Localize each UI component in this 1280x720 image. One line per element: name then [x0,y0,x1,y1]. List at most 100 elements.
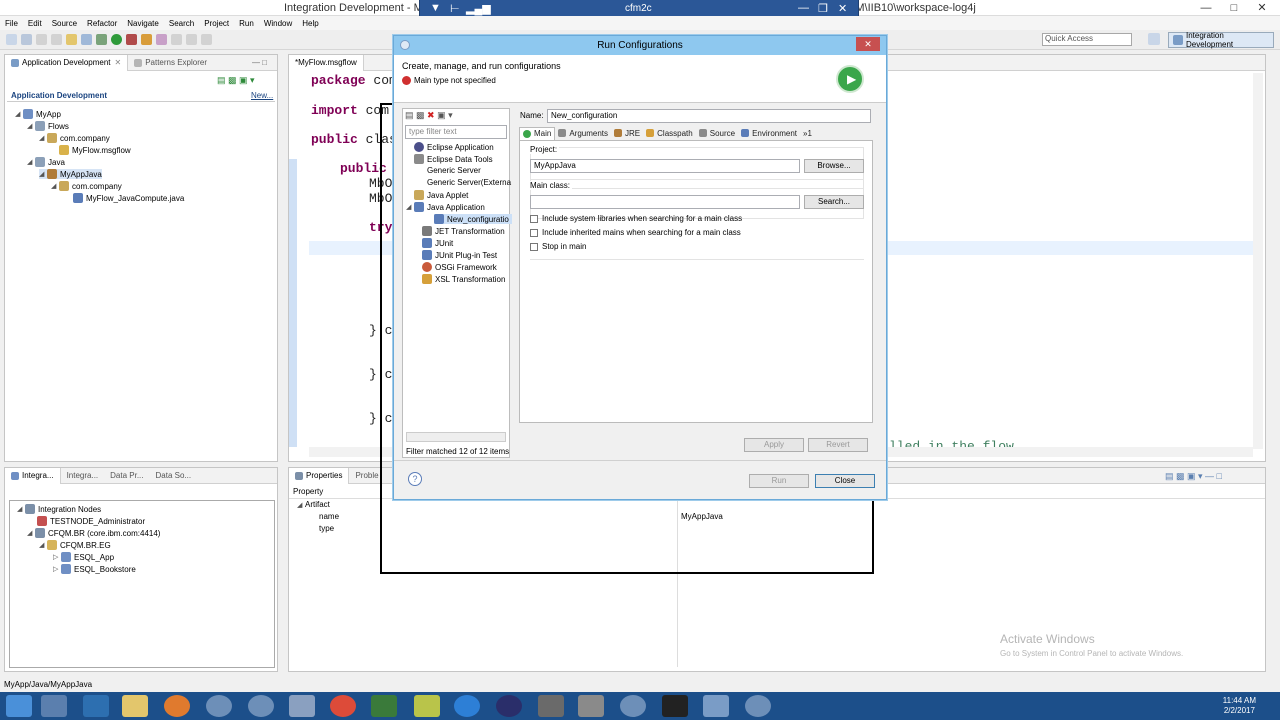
config-osgi-framework[interactable]: OSGi Framework [422,262,497,272]
mq-icon[interactable] [703,695,729,717]
view-minimize-icon[interactable]: — □ [252,58,267,67]
config-toolbar-icons[interactable]: ▤ ▩ ✖ ▣ ▾ [405,110,453,121]
checkbox-box[interactable] [530,228,538,237]
run-icon[interactable] [111,34,122,45]
cmd-icon[interactable] [662,695,688,717]
back-icon[interactable] [186,34,197,45]
config-eclipse-application[interactable]: Eclipse Application [414,142,494,152]
config-list-scrollbar[interactable] [406,432,506,442]
tab-integration-nodes[interactable]: Integra... [5,467,61,484]
print-icon[interactable] [51,34,62,45]
tree-item-myapp[interactable]: ◢ MyApp [15,109,61,119]
expand-icon[interactable]: ◢ [27,122,35,130]
checkbox-box[interactable] [530,242,538,251]
dialog-close-icon[interactable]: ✕ [856,37,880,51]
notepad-icon[interactable] [414,695,440,717]
tab-source[interactable]: Source [696,127,738,140]
property-row-artifact[interactable]: ◢ Artifact [297,500,330,509]
project-input[interactable]: MyAppJava [530,159,800,173]
tab-data-project[interactable]: Data Pr... [104,468,149,484]
save-icon[interactable] [21,34,32,45]
config-generic-server[interactable]: Generic Server [427,166,481,175]
server-manager-icon[interactable] [41,695,67,717]
tab-jre[interactable]: JRE [611,127,643,140]
expand-icon[interactable]: ◢ [51,182,59,190]
debug-icon[interactable] [96,34,107,45]
tree-item-java-compute[interactable]: MyFlow_JavaCompute.java [73,193,184,203]
maximize-icon[interactable]: □ [1220,0,1248,16]
tree-item-testnode[interactable]: TESTNODE_Administrator [37,516,145,526]
panel-toolbar-icons[interactable]: ▤ ▩ ▣ ▾ [217,75,255,86]
expand-icon[interactable]: ◢ [39,170,47,178]
menu-edit[interactable]: Edit [28,19,42,28]
close-button[interactable]: Close [815,474,875,488]
checkbox-inherited-mains[interactable]: Include inherited mains when searching f… [530,228,741,237]
config-xsl-transformation[interactable]: XSL Transformation [422,274,505,284]
rd-minimize-icon[interactable]: — [798,2,809,14]
help-icon[interactable]: ? [408,472,422,486]
close-icon[interactable]: ✕ [1248,0,1276,16]
menu-refactor[interactable]: Refactor [87,19,117,28]
tree-item-cfqm-br-eg[interactable]: ◢ CFQM.BR.EG [39,540,111,550]
globe2-icon[interactable] [620,695,646,717]
tab-application-development[interactable]: Application Development ✕ [5,54,129,71]
menu-run[interactable]: Run [239,19,254,28]
checkbox-stop-in-main[interactable]: Stop in main [530,242,586,251]
search-icon[interactable] [156,34,167,45]
tab-myflow-msgflow[interactable]: *MyFlow.msgflow [289,54,364,71]
rd-close-icon[interactable]: ✕ [838,2,847,15]
ie-icon[interactable] [454,695,480,717]
menu-window[interactable]: Window [264,19,292,28]
tab-classpath[interactable]: Classpath [643,127,696,140]
expand-icon[interactable]: ◢ [39,134,47,142]
tab-environment[interactable]: Environment [738,127,800,140]
tab-main[interactable]: Main [519,126,556,140]
network-icon[interactable] [206,695,232,717]
menu-search[interactable]: Search [169,19,194,28]
tab-arguments[interactable]: Arguments [555,127,611,140]
close-tab-icon[interactable]: ✕ [115,58,122,67]
vertical-scrollbar[interactable] [1253,73,1263,449]
checkbox-box[interactable] [530,214,538,223]
perspective-button[interactable]: Integration Development [1168,31,1274,49]
tree-item-flows[interactable]: ◢ Flows [27,121,69,131]
minimize-icon[interactable]: — [1192,0,1220,16]
tab-properties[interactable]: Properties [289,467,350,484]
tree-item-myappjava[interactable]: ◢ MyAppJava [39,169,102,179]
tab-patterns-explorer[interactable]: Patterns Explorer [128,55,213,71]
file-explorer-icon[interactable] [122,695,148,717]
main-class-input[interactable] [530,195,800,209]
checkbox-system-libraries[interactable]: Include system libraries when searching … [530,214,742,223]
tree-item-java[interactable]: ◢ Java [27,157,65,167]
config-eclipse-data-tools[interactable]: Eclipse Data Tools [414,154,493,164]
tree-item-integration-nodes[interactable]: ◢ Integration Nodes [17,504,101,514]
external-tools-icon[interactable] [126,34,137,45]
browse-button[interactable]: Browse... [804,159,864,173]
save-all-icon[interactable] [36,34,47,45]
connections-icon[interactable] [371,695,397,717]
properties-toolbar-icons[interactable]: ▤ ▩ ▣ ▾ — □ [1165,471,1222,482]
tab-more[interactable]: »1 [800,127,815,140]
globe-icon[interactable] [248,695,274,717]
eclipse-icon[interactable] [496,695,522,717]
config-junit-plugin-test[interactable]: JUnit Plug-in Test [422,250,497,260]
new-link[interactable]: New... [251,91,273,100]
keyboard-icon[interactable] [578,695,604,717]
config-new-configuration[interactable]: New_configuratio [434,214,512,224]
tab-integration-2[interactable]: Integra... [61,468,105,484]
tree-item-com-company-java[interactable]: ◢ com.company [51,181,122,191]
remote-icon[interactable] [289,695,315,717]
folder-icon[interactable] [66,34,77,45]
tree-item-esql-bookstore[interactable]: ▷ ESQL_Bookstore [53,564,136,574]
rd-restore-icon[interactable]: ❐ [818,2,828,15]
deploy-icon[interactable] [81,34,92,45]
config-java-application[interactable]: ◢ Java Application [406,202,485,212]
config-generic-server-external[interactable]: Generic Server(Externa [427,178,511,187]
system-clock[interactable]: 11:44 AM 2/2/2017 [1223,696,1256,716]
revert-button[interactable]: Revert [808,438,868,452]
name-input[interactable]: New_configuration [547,109,871,123]
expand-icon[interactable]: ◢ [27,158,35,166]
config-junit[interactable]: JUnit [422,238,453,248]
chrome-icon[interactable] [330,695,356,717]
config-java-applet[interactable]: Java Applet [414,190,468,200]
